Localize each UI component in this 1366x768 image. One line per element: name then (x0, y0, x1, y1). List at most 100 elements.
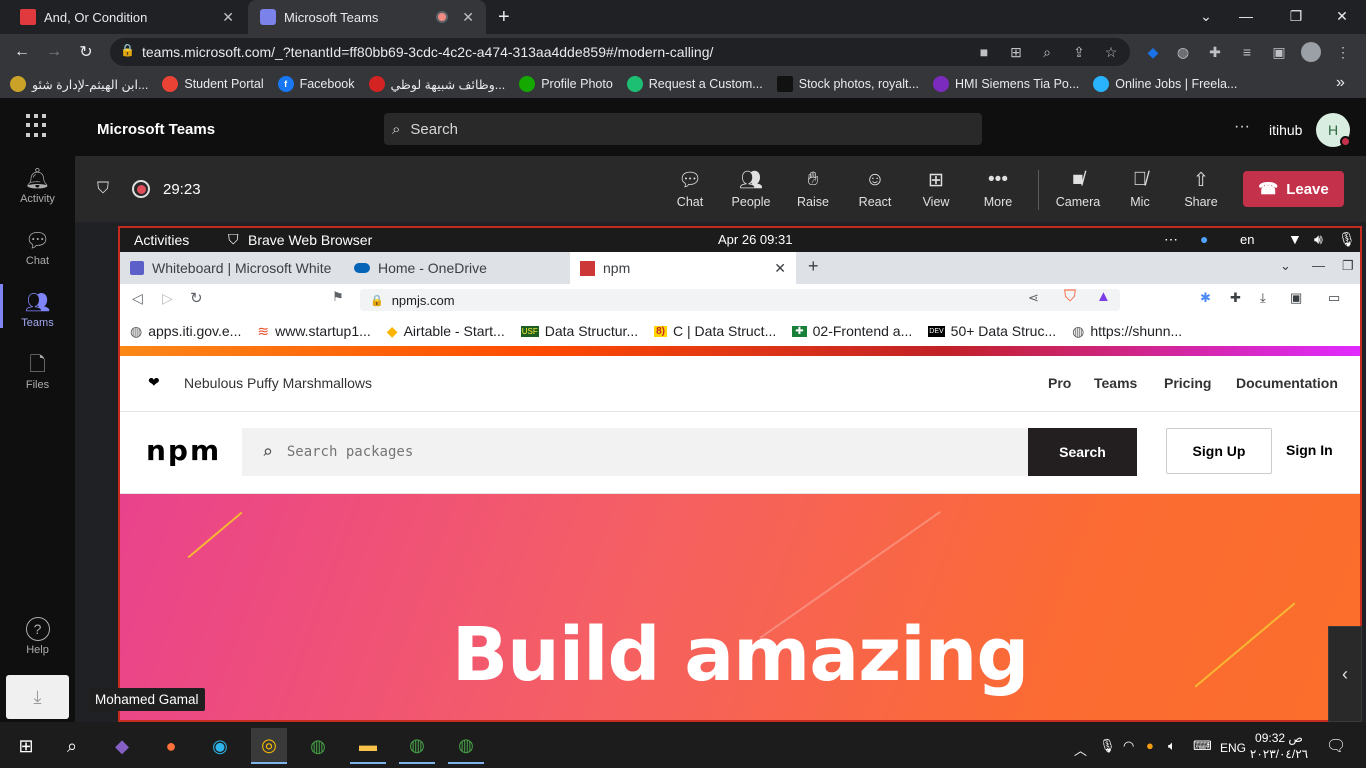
media-queue-icon[interactable]: ≡ (1236, 40, 1258, 64)
brave-bookmarks-bar: ◍ apps.iti.gov.e... ≋ www.startup1... ◆ Air… (120, 316, 1360, 346)
brave-tab-active: npm ✕ (570, 252, 796, 284)
back-arrow-icon[interactable]: ← (10, 40, 34, 64)
rail-item-activity[interactable]: 🔔︎ Activity (0, 158, 75, 214)
bookmark-item[interactable]: f Facebook (277, 76, 355, 92)
download-app-icon[interactable]: ⤓ (6, 675, 69, 719)
chrome-menu-icon[interactable]: ⋮ (1332, 40, 1354, 64)
expand-panel-button[interactable]: ‹ (1328, 626, 1362, 722)
file-explorer-icon[interactable]: ▬ (350, 728, 386, 764)
brave-tab: Home - OneDrive (344, 252, 570, 284)
notifications-icon[interactable]: 🗨︎ (1326, 736, 1346, 756)
extensions-puzzle-icon[interactable]: ✚ (1204, 40, 1226, 64)
brave-url-bar: 🔒 npmjs.com (360, 289, 1120, 311)
more-actions-button[interactable]: ••• More (970, 168, 1026, 216)
bookmark-item: DEV 50+ Data Struc... (928, 323, 1057, 339)
volume-icon[interactable]: 🔈︎ (1168, 738, 1176, 754)
mongodb-icon[interactable]: ◍ (300, 728, 336, 764)
nav-pro: Pro (1048, 375, 1072, 391)
rail-item-help[interactable]: ? Help (0, 608, 75, 664)
npm-tagline: Nebulous Puffy Marshmallows (184, 375, 373, 391)
mic-button[interactable]: 🎙̸ Mic (1112, 168, 1168, 216)
globe-icon: ◍ (130, 322, 143, 339)
zoom-icon[interactable]: ⌕ (1036, 40, 1058, 64)
browser-tab-active[interactable]: Microsoft Teams ✕ (248, 0, 486, 34)
app-launcher-icon[interactable] (26, 114, 50, 138)
clock: Apr 26 09:31 (718, 232, 793, 247)
restore-button[interactable]: ❐ (1276, 4, 1316, 28)
npm-search-row: npm ⌕ Search packages Search Sign Up Sig… (120, 412, 1360, 494)
extensions-icon: ✚ (1230, 290, 1241, 305)
close-tab-icon[interactable]: ✕ (222, 9, 234, 26)
wallet-icon: ▭ (1328, 290, 1341, 305)
npm-gradient-bar (120, 346, 1360, 356)
hand-icon: ✋︎ (807, 169, 819, 190)
desktop-top-bar: Activities ⛉ Brave Web Browser Apr 26 09… (120, 228, 1360, 252)
bookmark-item[interactable]: Request a Custom... (626, 76, 763, 92)
firefox-icon[interactable]: ● (153, 728, 189, 764)
close-window-button[interactable]: ✕ (1322, 4, 1362, 28)
share-page-icon[interactable]: ⇪ (1068, 40, 1090, 64)
network-icon[interactable]: ◠ (1123, 738, 1134, 754)
browser-tab[interactable]: And, Or Condition ✕ (8, 0, 246, 34)
camera-in-use-icon[interactable]: ■ (973, 40, 995, 64)
bookmark-item[interactable]: Stock photos, royalt... (776, 76, 919, 92)
minimize-button[interactable]: — (1226, 4, 1266, 28)
view-button[interactable]: ⊞ View (908, 168, 964, 216)
profile-avatar[interactable] (1300, 40, 1322, 64)
bookmark-item[interactable]: Online Jobs | Freela... (1093, 76, 1237, 92)
tab-favicon-icon (20, 9, 36, 25)
extension-drop-icon[interactable]: ◆ (1142, 40, 1164, 64)
microphone-icon[interactable]: 🎙︎ (1099, 738, 1116, 754)
upwork-icon (519, 76, 536, 92)
shield-icon[interactable]: ⛉ (97, 180, 109, 198)
reload-icon[interactable]: ↻ (74, 40, 98, 64)
new-tab-button[interactable]: + (498, 6, 510, 29)
search-icon: ⌕ (262, 441, 273, 463)
people-button[interactable]: 👥︎ People (723, 168, 779, 216)
rail-item-chat[interactable]: 💬︎ Chat (0, 220, 75, 276)
edge-icon[interactable]: ◉ (202, 728, 238, 764)
language-indicator[interactable]: ENG (1220, 741, 1246, 755)
rail-item-files[interactable]: 🗋 Files (0, 344, 75, 400)
camera-button[interactable]: ■̸ Camera (1050, 168, 1106, 216)
side-panel-icon[interactable]: ▣ (1268, 40, 1290, 64)
npm-favicon-icon (580, 260, 595, 276)
translate-icon[interactable]: ⊞ (1005, 40, 1027, 64)
rail-item-teams[interactable]: 👥︎ Teams (0, 282, 75, 338)
bookmark-item[interactable]: Student Portal (162, 76, 264, 92)
visual-studio-icon[interactable]: ◆ (104, 728, 140, 764)
close-tab-icon[interactable]: ✕ (462, 9, 474, 26)
mongodb-compass-icon[interactable]: ◍ (448, 728, 484, 764)
bookmark-item[interactable]: ابن الهيثم-لإدارة شئو... (10, 76, 148, 92)
windows-start-icon[interactable]: ⊞ (8, 728, 44, 764)
sidebar-icon: ▣ (1290, 290, 1303, 305)
call-chat-button[interactable]: 💬︎ Chat (662, 168, 718, 216)
tab-list-icon: ⌄ (1280, 258, 1291, 273)
onedrive-icon (354, 263, 370, 273)
react-button[interactable]: ☺ React (847, 168, 903, 216)
settings-more-button[interactable]: ··· (1234, 118, 1250, 136)
search-input[interactable]: ⌕ Search (384, 113, 982, 145)
show-hidden-icons[interactable]: ︿ (1074, 740, 1087, 759)
more-icon: ••• (988, 169, 1008, 190)
more-bookmarks-button[interactable]: » (1336, 74, 1345, 92)
chrome-icon[interactable]: ◎ (251, 728, 287, 764)
share-button[interactable]: ⇧ Share (1173, 168, 1229, 216)
raise-hand-button[interactable]: ✋︎ Raise (785, 168, 841, 216)
forward-arrow-icon[interactable]: → (42, 40, 66, 64)
brave-rewards-icon: ▲ (1096, 288, 1111, 305)
tab-search-icon[interactable]: ⌄ (1186, 4, 1226, 28)
chat-bubble-icon: 💬︎ (677, 170, 703, 191)
download-icon: ⤓ (1260, 290, 1266, 305)
search-icon[interactable]: ⌕ (54, 728, 90, 764)
leave-button[interactable]: ☎ Leave (1243, 171, 1344, 207)
mongodb-compass-icon[interactable]: ◍ (399, 728, 435, 764)
bookmark-item[interactable]: Profile Photo (519, 76, 613, 92)
clock[interactable]: 09:32 ص ٢٠٢٣/٠٤/٢٦ (1246, 730, 1312, 762)
bookmark-star-icon[interactable]: ☆ (1100, 40, 1122, 64)
ime-icon[interactable]: ⌨ (1193, 738, 1212, 754)
app-tray-icon[interactable]: ● (1146, 738, 1154, 753)
bookmark-item[interactable]: HMI Siemens Tia Po... (932, 76, 1079, 92)
bookmark-item[interactable]: وظائف شبيهة لوظي... (368, 76, 505, 92)
extension-globe-icon[interactable]: ◍ (1172, 40, 1194, 64)
